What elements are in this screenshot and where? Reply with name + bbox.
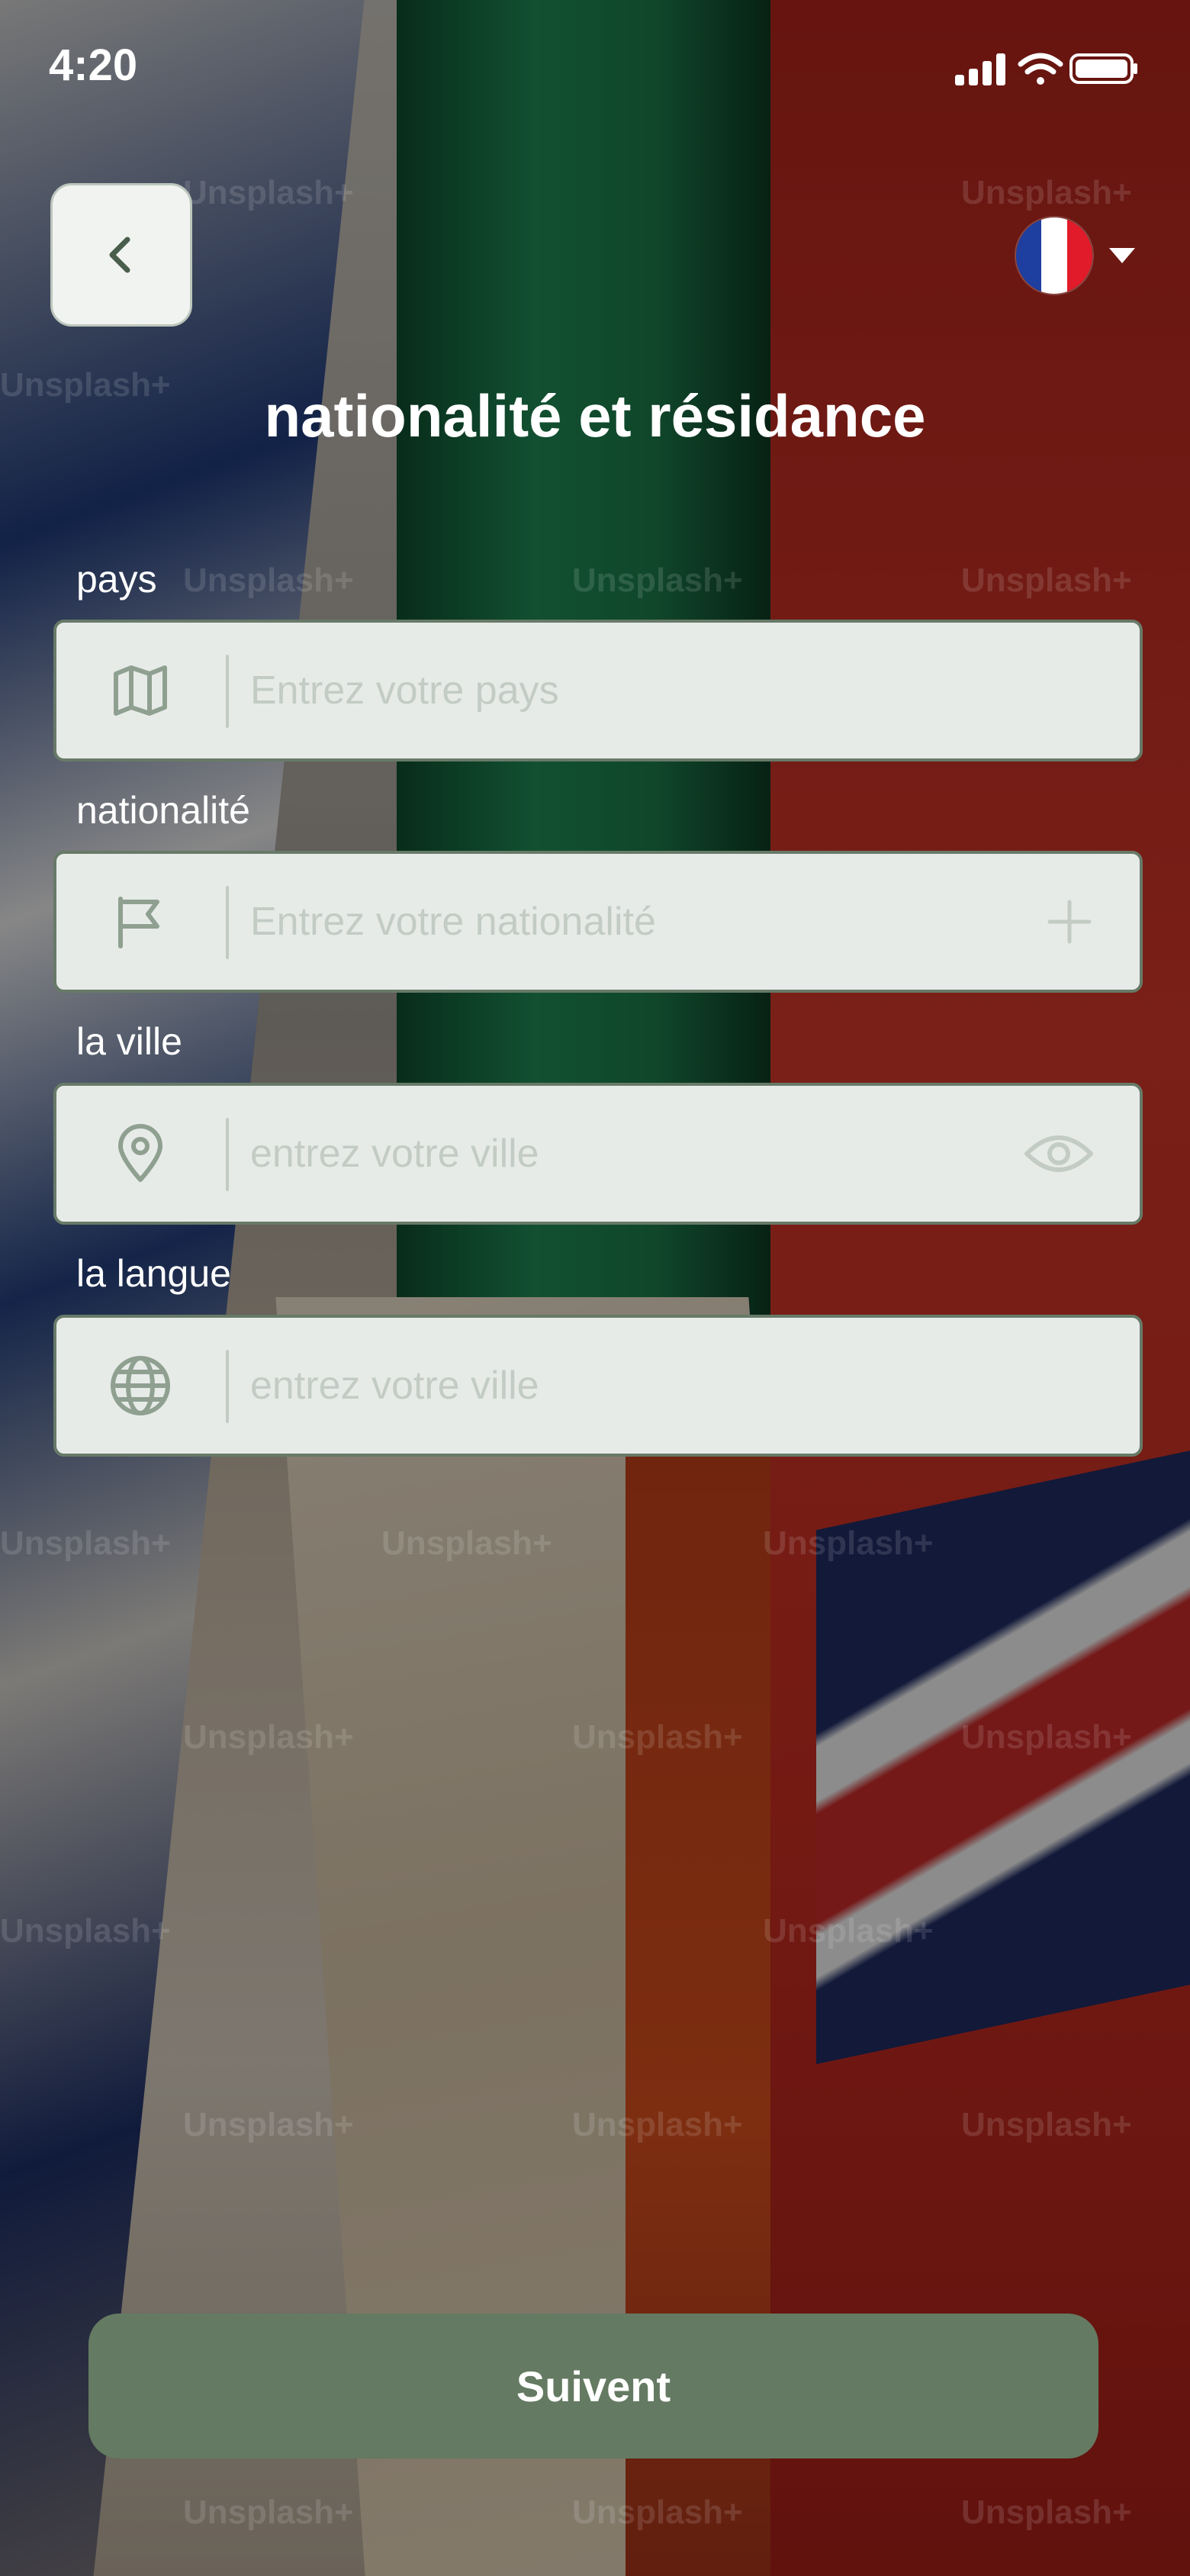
field-divider: [226, 886, 229, 959]
watermark-text: Unsplash+: [961, 174, 1132, 211]
watermark-text: Unsplash+: [763, 1912, 934, 1950]
watermark-text: Unsplash+: [183, 1718, 354, 1756]
status-time: 4:20: [49, 40, 138, 90]
location-pin-icon: [118, 1124, 162, 1182]
france-flag-icon: [1016, 217, 1092, 294]
city-field[interactable]: [53, 1083, 1143, 1225]
battery-icon: [1069, 53, 1137, 84]
plus-icon: [1047, 900, 1092, 944]
back-button[interactable]: [50, 183, 192, 327]
city-input[interactable]: [250, 1086, 1013, 1222]
watermark-text: Unsplash+: [572, 2106, 743, 2143]
watermark-text: Unsplash+: [572, 1718, 743, 1756]
watermark-text: Unsplash+: [961, 562, 1132, 599]
watermark-text: Unsplash+: [572, 2494, 743, 2531]
language-label: la langue: [76, 1252, 231, 1295]
nationality-label: nationalité: [76, 789, 250, 832]
caret-down-icon: [1109, 248, 1135, 263]
status-bar: 4:20: [0, 0, 1190, 137]
page-title: nationalité et résidance: [264, 382, 926, 449]
signal-icon: [955, 53, 1005, 85]
watermark-text: Unsplash+: [961, 2494, 1132, 2531]
globe-icon: [111, 1356, 170, 1415]
field-divider: [226, 1118, 229, 1191]
watermark-text: Unsplash+: [0, 1525, 171, 1562]
status-icons: [955, 50, 1138, 92]
watermark-text: Unsplash+: [183, 174, 354, 211]
country-label: pays: [76, 558, 157, 601]
show-city-button[interactable]: [1024, 1131, 1094, 1177]
map-icon: [114, 665, 167, 716]
add-nationality-button[interactable]: [1045, 897, 1094, 946]
watermark-text: Unsplash+: [183, 2494, 354, 2531]
watermark-text: Unsplash+: [763, 1525, 934, 1562]
watermark-text: Unsplash+: [183, 2106, 354, 2143]
field-divider: [226, 655, 229, 728]
language-switcher[interactable]: [1016, 215, 1138, 296]
language-input[interactable]: [250, 1318, 1013, 1454]
watermark-text: Unsplash+: [572, 562, 743, 599]
flag-icon: [118, 897, 159, 948]
field-divider: [226, 1350, 229, 1423]
watermark-text: Unsplash+: [183, 562, 354, 599]
nationality-field[interactable]: [53, 851, 1143, 993]
language-field[interactable]: [53, 1315, 1143, 1457]
nationality-input[interactable]: [250, 854, 1013, 990]
country-field[interactable]: [53, 620, 1143, 762]
watermark-text: Unsplash+: [961, 2106, 1132, 2143]
watermark-text: Unsplash+: [381, 1525, 552, 1562]
eye-icon: [1024, 1135, 1093, 1172]
watermark-text: Unsplash+: [961, 1718, 1132, 1756]
city-label: la ville: [76, 1020, 182, 1063]
next-button[interactable]: Suivent: [88, 2314, 1098, 2458]
wifi-icon: [1018, 53, 1063, 85]
chevron-left-icon: [109, 237, 130, 273]
country-input[interactable]: [250, 623, 1013, 758]
watermark-text: Unsplash+: [0, 1912, 171, 1950]
